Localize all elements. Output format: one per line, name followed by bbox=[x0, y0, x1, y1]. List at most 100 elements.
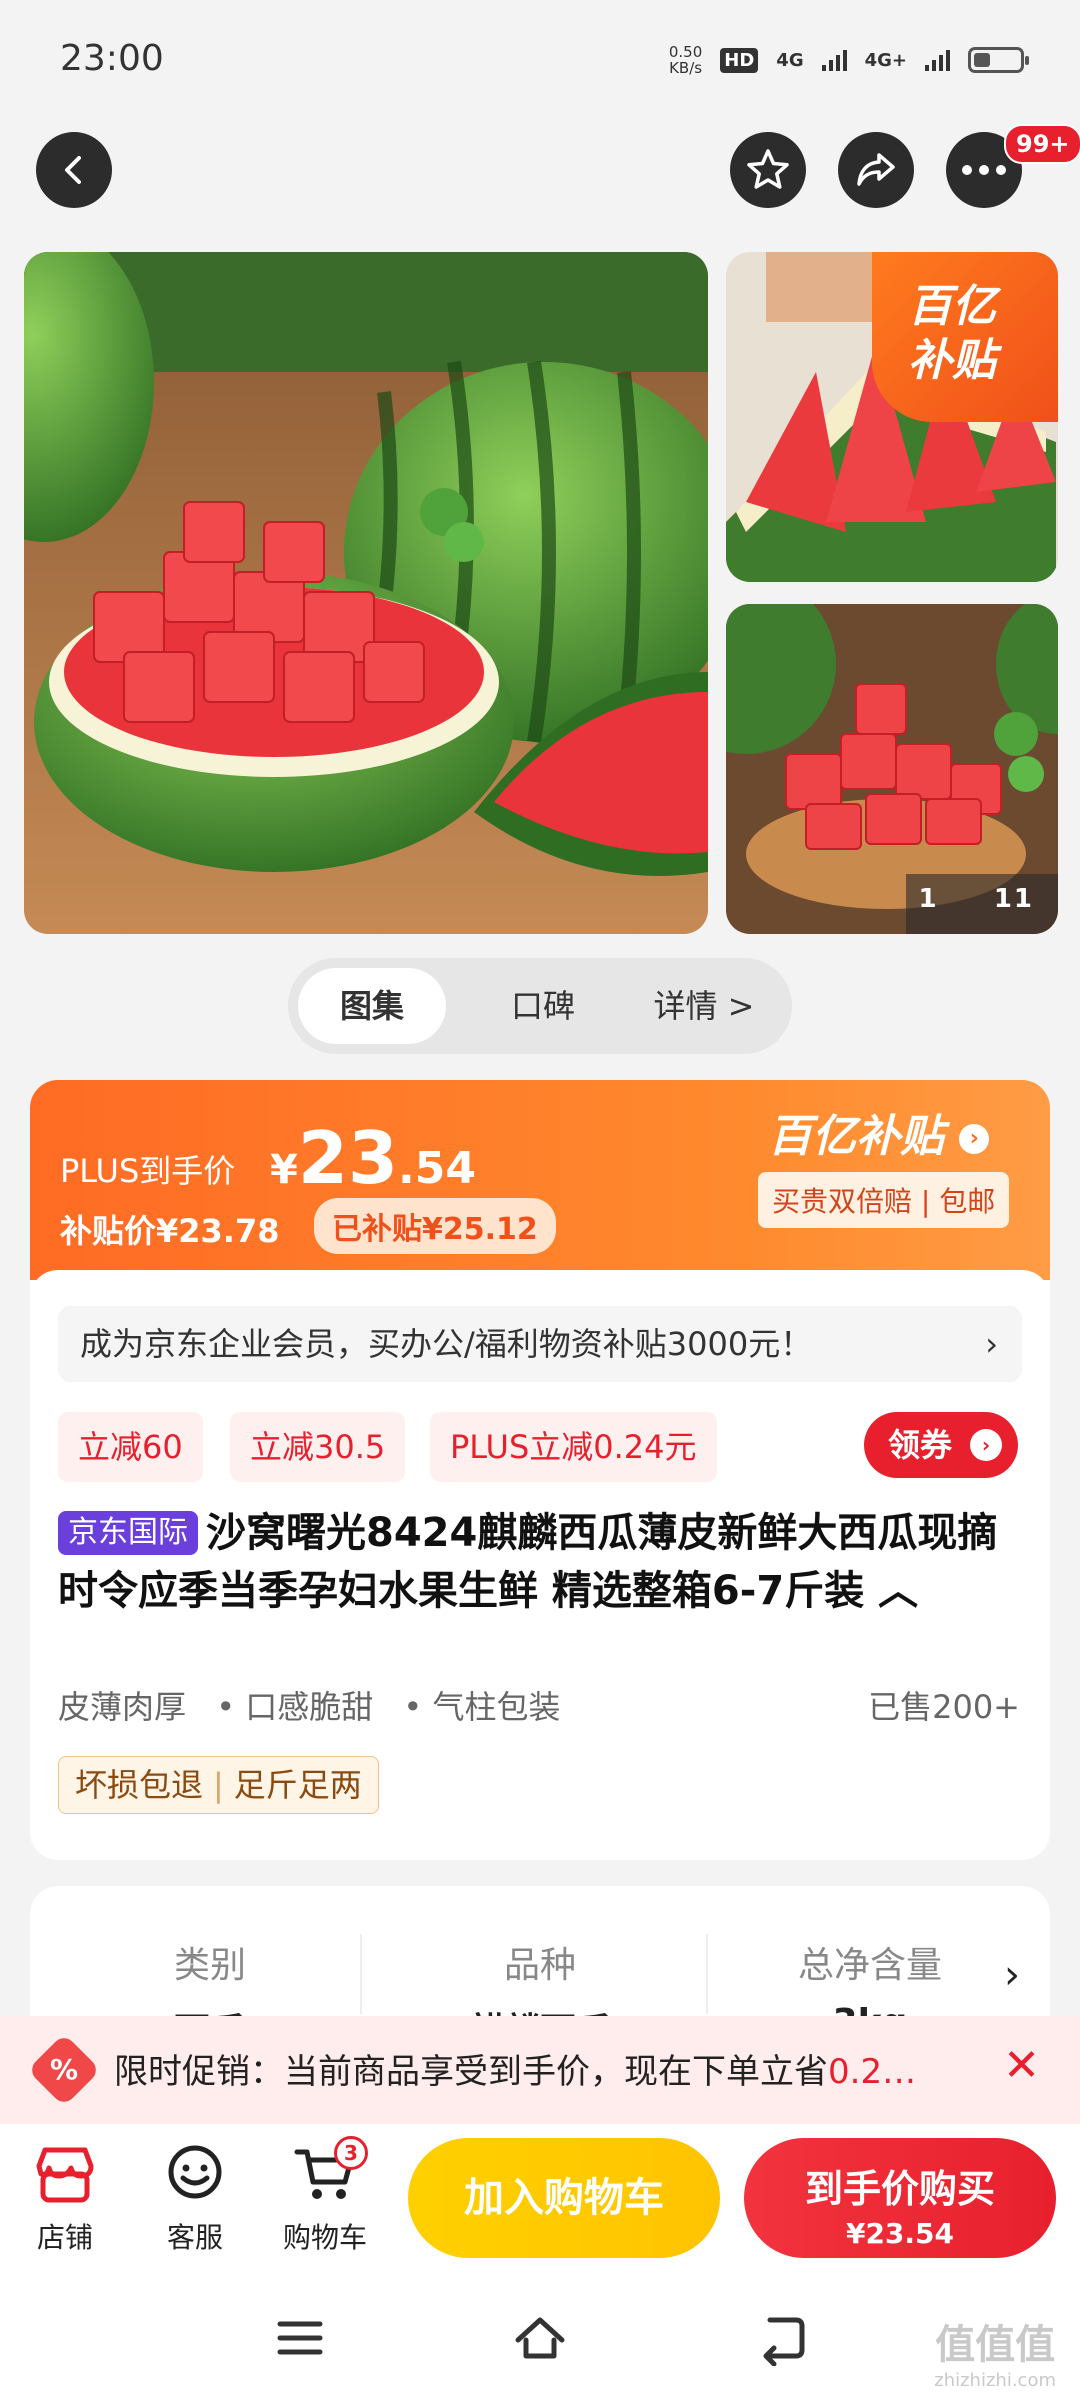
share-button[interactable] bbox=[838, 132, 914, 208]
status-time: 23:00 bbox=[60, 38, 164, 79]
net-speed-value: 0.50 bbox=[668, 43, 703, 61]
battery-icon bbox=[968, 47, 1029, 73]
feature-item: 皮薄肉厚 bbox=[58, 1688, 187, 1726]
signal-icon bbox=[821, 49, 847, 71]
tab-reviews[interactable]: 口碑 bbox=[468, 968, 618, 1044]
net-speed: 0.50 KB/s bbox=[669, 44, 702, 76]
subsidy-program-logo: 百亿补贴 bbox=[768, 1111, 944, 1162]
promo-tag-1[interactable]: 立减60 bbox=[58, 1412, 203, 1482]
service-guarantees[interactable]: 坏损包退 | 足斤足两 bbox=[58, 1756, 379, 1814]
feature-item: • 气柱包装 bbox=[403, 1688, 561, 1726]
divider: | bbox=[213, 1766, 224, 1804]
system-nav-bar bbox=[0, 2274, 1080, 2400]
price-header: PLUS到手价 ¥23.54 补贴价¥23.78 已补贴¥25.12 百亿补贴 … bbox=[30, 1080, 1050, 1280]
promo-tag-2[interactable]: 立减30.5 bbox=[230, 1412, 406, 1482]
promo-bar-text: 限时促销：当前商品享受到手价，现在下单立省0.2… bbox=[114, 2044, 916, 2093]
spec-label: 类别 bbox=[173, 1945, 246, 1986]
price-integer: 23 bbox=[297, 1116, 399, 1200]
media-tabs: 图集 口碑 详情 > bbox=[288, 958, 792, 1054]
enterprise-member-banner[interactable]: 成为京东企业会员，买办公/福利物资补贴3000元！ › bbox=[58, 1306, 1022, 1382]
feature-item: • 口感脆甜 bbox=[216, 1688, 374, 1726]
bottom-action-bar: 店铺 客服 3 购物车 加入购物车 到手价购买 ¥23.54 bbox=[0, 2124, 1080, 2274]
plus-price: ¥23.54 bbox=[270, 1116, 476, 1200]
net-4gplus-label: 4G+ bbox=[864, 49, 907, 71]
gallery-counter-total: 11 bbox=[993, 884, 1034, 914]
status-bar: 23:00 0.50 KB/s HD 4G 4G+ bbox=[0, 0, 1080, 120]
guarantee-item: 足斤足两 bbox=[233, 1766, 362, 1804]
chevron-right-icon: › bbox=[970, 1429, 1002, 1461]
buy-now-button[interactable]: 到手价购买 ¥23.54 bbox=[744, 2138, 1056, 2258]
close-icon[interactable]: ✕ bbox=[1003, 2040, 1040, 2091]
guarantee-item: 坏损包退 bbox=[75, 1766, 204, 1804]
buy-now-price: ¥23.54 bbox=[845, 2217, 955, 2250]
gallery-thumb-2[interactable]: 1 11 bbox=[726, 604, 1058, 934]
tab-details[interactable]: 详情 > bbox=[624, 968, 784, 1044]
hd-icon: HD bbox=[720, 47, 759, 73]
cart-label: 购物车 bbox=[282, 2221, 367, 2254]
buy-now-label: 到手价购买 bbox=[804, 2167, 995, 2211]
price-card: PLUS到手价 ¥23.54 补贴价¥23.78 已补贴¥25.12 百亿补贴 … bbox=[30, 1080, 1050, 1860]
cart-button[interactable]: 3 购物车 bbox=[270, 2136, 380, 2256]
customer-service-button[interactable]: 客服 bbox=[140, 2142, 250, 2256]
subsidy-price: 补贴价¥23.78 bbox=[60, 1212, 280, 1250]
sold-count: 已售200+ bbox=[868, 1688, 1020, 1726]
chevron-right-icon[interactable]: › bbox=[1004, 1952, 1020, 1998]
net-4g-label: 4G bbox=[776, 49, 804, 71]
watermark-sub: zhizhizhi.com bbox=[934, 2370, 1056, 2391]
currency-symbol: ¥ bbox=[270, 1147, 298, 1193]
chevron-right-icon: › bbox=[959, 1124, 990, 1154]
gallery-main-image[interactable] bbox=[24, 252, 708, 934]
subsidy-program-link[interactable]: 百亿补贴 › bbox=[768, 1100, 990, 1164]
favorite-button[interactable] bbox=[730, 132, 806, 208]
price-decimal: .54 bbox=[398, 1143, 476, 1194]
subsidy-badge: 百亿 补贴 bbox=[872, 252, 1058, 422]
back-nav-icon[interactable] bbox=[752, 2310, 808, 2366]
subsidy-done-badge: 已补贴¥25.12 bbox=[314, 1198, 556, 1254]
get-coupon-button[interactable]: 领券 › bbox=[864, 1412, 1018, 1478]
store-icon bbox=[10, 2142, 120, 2206]
menu-icon[interactable] bbox=[272, 2310, 328, 2366]
subsidy-badge-line2: 补贴 bbox=[908, 335, 996, 386]
watermark-text: 值值值 bbox=[935, 2322, 1056, 2368]
shop-button[interactable]: 店铺 bbox=[10, 2142, 120, 2256]
product-title-text: 沙窝曙光8424麒麟西瓜薄皮新鲜大西瓜现摘时令应季当季孕妇水果生鲜 精选整箱6-… bbox=[58, 1510, 998, 1614]
product-title[interactable]: 京东国际 沙窝曙光8424麒麟西瓜薄皮新鲜大西瓜现摘时令应季当季孕妇水果生鲜 精选… bbox=[58, 1504, 1028, 1620]
watermark: 值值值 zhizhizhi.com bbox=[934, 2312, 1056, 2391]
gallery-counter: 1 11 bbox=[918, 884, 1034, 914]
promo-bar-highlight: 0.2… bbox=[828, 2052, 917, 2092]
promo-tag-3[interactable]: PLUS立减0.24元 bbox=[430, 1412, 717, 1482]
discount-icon-glyph: % bbox=[49, 2053, 79, 2086]
discount-icon: % bbox=[27, 2033, 101, 2107]
subsidy-badge-line1: 百亿 bbox=[908, 281, 996, 332]
subsidy-guarantee-tags: 买贵双倍赔 | 包邮 bbox=[758, 1172, 1010, 1228]
home-icon[interactable] bbox=[512, 2310, 568, 2366]
cart-icon: 3 bbox=[270, 2136, 380, 2206]
promo-bar-message: 限时促销：当前商品享受到手价，现在下单立省 bbox=[114, 2052, 828, 2092]
tab-gallery[interactable]: 图集 bbox=[298, 968, 446, 1044]
gallery-counter-current: 1 bbox=[918, 884, 939, 914]
share-icon bbox=[857, 153, 895, 186]
divider bbox=[706, 1934, 708, 2014]
divider bbox=[360, 1934, 362, 2014]
cart-count-badge: 3 bbox=[334, 2136, 368, 2170]
limited-promo-bar[interactable]: % 限时促销：当前商品享受到手价，现在下单立省0.2… ✕ bbox=[0, 2016, 1080, 2124]
message-badge: 99+ bbox=[1004, 124, 1080, 164]
back-button[interactable] bbox=[36, 132, 112, 208]
product-info: 成为京东企业会员，买办公/福利物资补贴3000元！ › 立减60 立减30.5 … bbox=[30, 1270, 1050, 1860]
plus-price-label: PLUS到手价 bbox=[60, 1152, 236, 1190]
gallery-thumb-1[interactable]: 百亿 补贴 bbox=[726, 252, 1058, 582]
coupon-label: 领券 bbox=[888, 1426, 953, 1464]
more-dots-icon bbox=[962, 165, 1006, 175]
signal-icon-2 bbox=[925, 49, 950, 71]
add-to-cart-button[interactable]: 加入购物车 bbox=[408, 2138, 720, 2258]
status-icons: 0.50 KB/s HD 4G 4G+ bbox=[669, 44, 1029, 76]
product-features: 皮薄肉厚 • 口感脆甜 • 气柱包装 bbox=[58, 1682, 580, 1728]
enterprise-banner-text: 成为京东企业会员，买办公/福利物资补贴3000元！ bbox=[80, 1325, 813, 1363]
net-speed-unit: KB/s bbox=[669, 59, 703, 77]
chevron-right-icon: › bbox=[985, 1325, 998, 1363]
spec-label: 总净含量 bbox=[797, 1945, 942, 1986]
chat-smile-icon bbox=[140, 2142, 250, 2206]
star-icon bbox=[747, 149, 789, 189]
shop-label: 店铺 bbox=[36, 2221, 93, 2254]
spec-label: 品种 bbox=[503, 1945, 576, 1986]
